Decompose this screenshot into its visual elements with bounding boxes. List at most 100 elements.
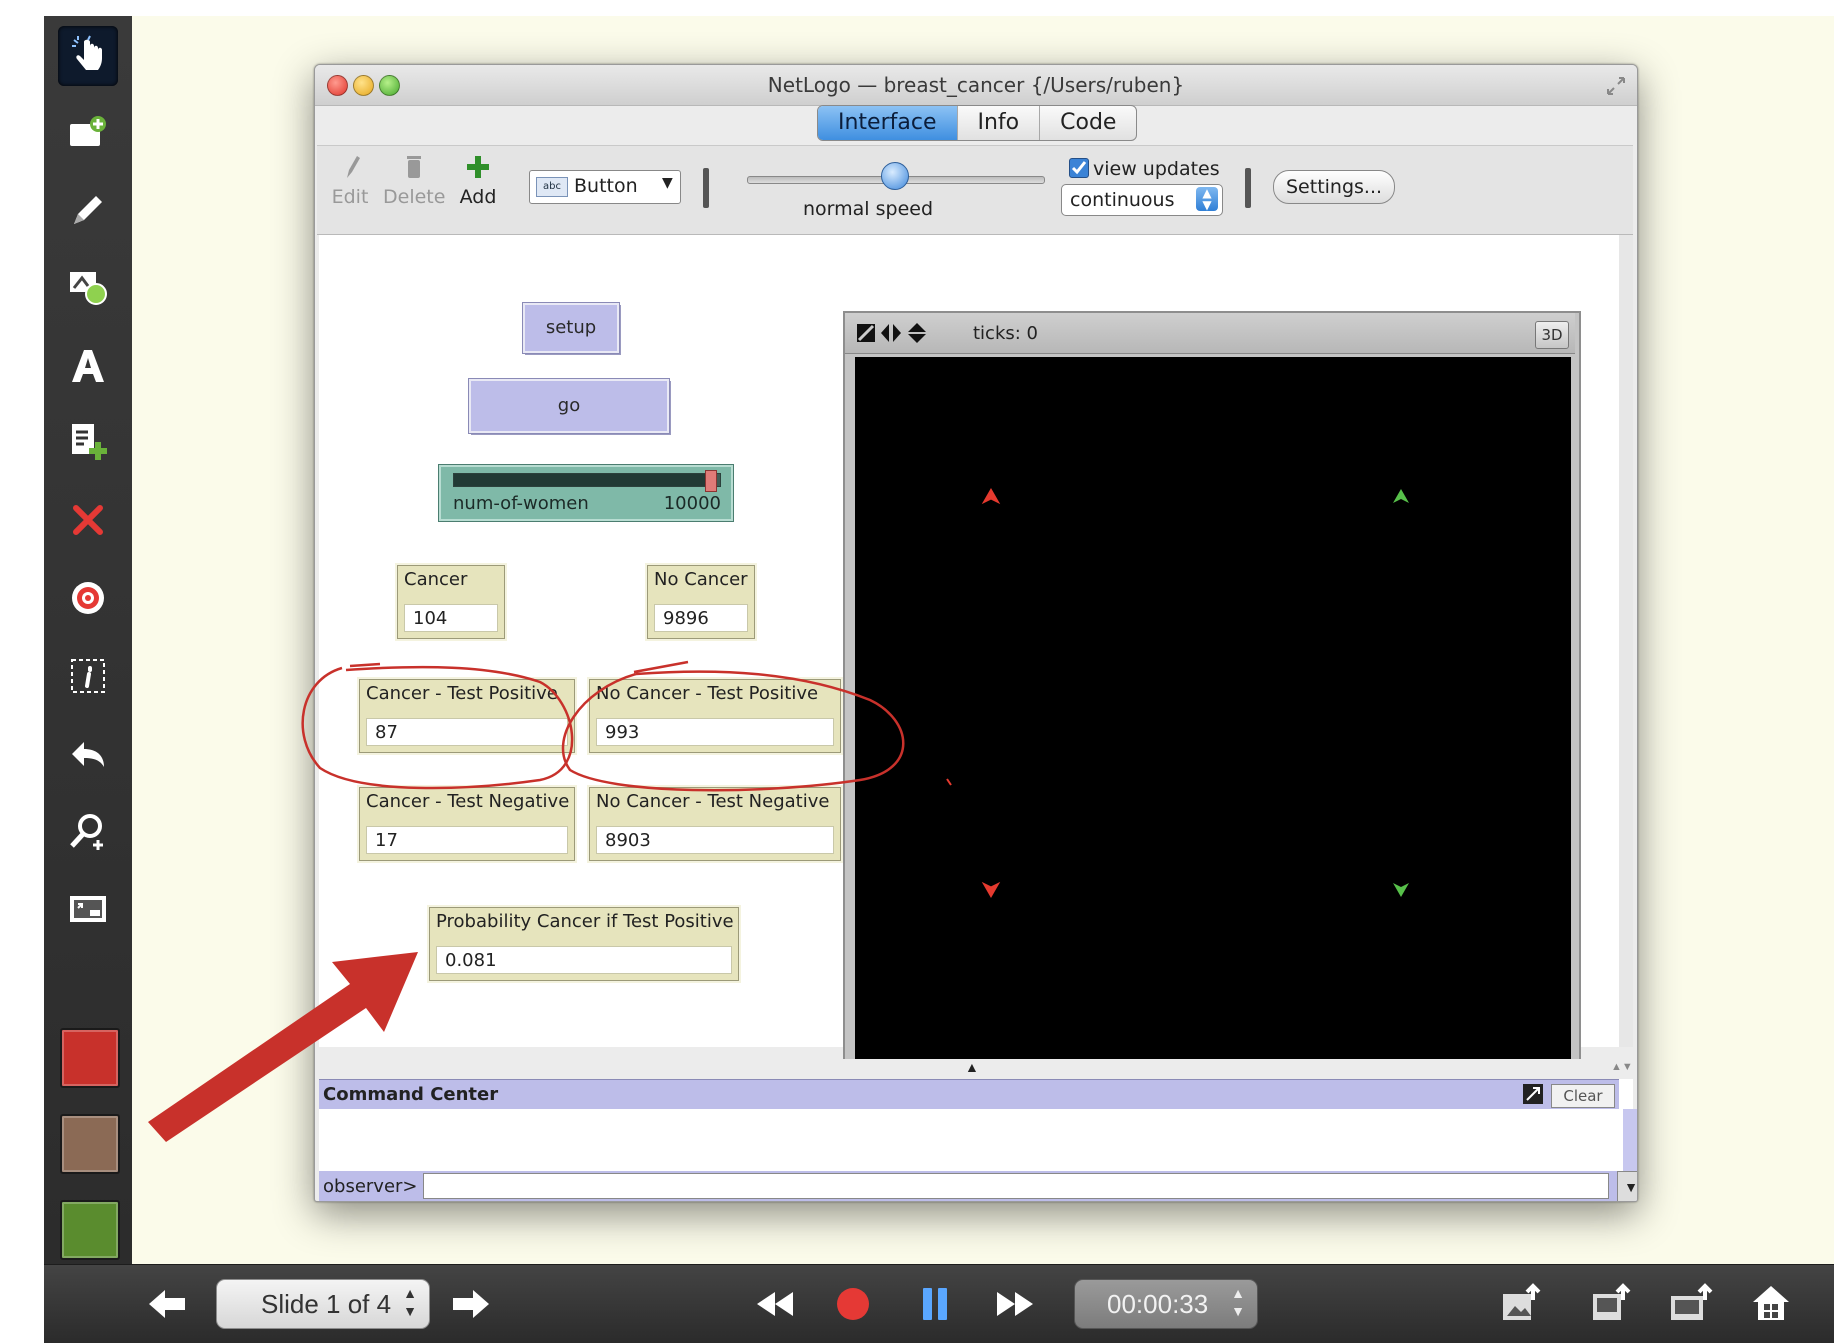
- monitor-label: No Cancer - Test Positive: [596, 683, 819, 704]
- slider-thumb[interactable]: [705, 470, 717, 492]
- widget-type-value: Button: [574, 175, 638, 197]
- target-icon[interactable]: [58, 568, 118, 628]
- tab-info[interactable]: Info: [958, 106, 1041, 140]
- magnifier-plus-icon[interactable]: [58, 802, 118, 862]
- export-slide-button[interactable]: [1586, 1281, 1636, 1327]
- world-canvas[interactable]: [855, 357, 1571, 1069]
- export-slide-icon: [1593, 1283, 1631, 1320]
- interface-area: setup go num-of-women 10000 Cancer 104 N…: [319, 235, 1633, 1081]
- timer-value: 00:00:33: [1107, 1288, 1209, 1319]
- player-bar: Slide 1 of 4 ▲ ▼ 00:00:33 ▲ ▼: [44, 1264, 1834, 1343]
- slider-track: [453, 470, 721, 492]
- detach-icon[interactable]: [1523, 1084, 1543, 1104]
- next-slide-button[interactable]: [446, 1281, 496, 1327]
- export-image-button[interactable]: [1496, 1281, 1546, 1327]
- screen-icon[interactable]: [58, 880, 118, 940]
- stepper-arrows-icon: ▲ ▼: [1196, 187, 1218, 211]
- monitor-cancer: Cancer 104: [395, 563, 507, 641]
- info-box-icon[interactable]: [58, 646, 118, 706]
- command-input[interactable]: [423, 1173, 1609, 1199]
- resize-arrows-icon: ▲▼: [1611, 1061, 1633, 1073]
- record-button[interactable]: [828, 1281, 878, 1327]
- setup-button[interactable]: setup: [522, 302, 620, 354]
- arrow-left-icon: [149, 1290, 185, 1318]
- export-image-icon: [1503, 1283, 1541, 1320]
- settings-button[interactable]: Settings...: [1273, 170, 1396, 204]
- home-button[interactable]: [1746, 1281, 1796, 1327]
- observer-prompt[interactable]: observer>: [323, 1176, 418, 1197]
- undo-arrow-icon[interactable]: [58, 724, 118, 784]
- delete-label: Delete: [383, 186, 446, 208]
- pen-icon[interactable]: [58, 180, 118, 240]
- slider-fill: [454, 474, 715, 486]
- rewind-button[interactable]: [750, 1281, 800, 1327]
- command-output: [319, 1109, 1619, 1171]
- tab-code[interactable]: Code: [1040, 106, 1136, 140]
- netlogo-window: NetLogo — breast_cancer {/Users/ruben} I…: [314, 64, 1638, 1202]
- go-button[interactable]: go: [468, 378, 670, 434]
- stepper-arrows-icon: ▲ ▼: [403, 1285, 417, 1319]
- text-a-icon[interactable]: [58, 336, 118, 396]
- interface-toolbar: Edit Delete Add abc Button ▼ normal spee…: [317, 145, 1633, 235]
- export-movie-icon: [1671, 1283, 1713, 1320]
- monitor-label: Cancer - Test Positive: [366, 683, 558, 704]
- color-swatch-green[interactable]: [60, 1200, 120, 1260]
- ticks-label: ticks: 0: [973, 323, 1038, 344]
- add-note-icon[interactable]: [58, 412, 118, 472]
- color-swatch-red[interactable]: [60, 1028, 120, 1088]
- timer-display[interactable]: 00:00:33 ▲ ▼: [1074, 1279, 1258, 1329]
- splitter[interactable]: ▲ ▲▼: [319, 1059, 1633, 1079]
- monitor-label: Cancer - Test Negative: [366, 791, 570, 812]
- slide-selector[interactable]: Slide 1 of 4 ▲ ▼: [216, 1279, 430, 1329]
- toolbar-separator: [1245, 168, 1251, 208]
- command-center-header: Command Center Clear: [319, 1079, 1619, 1111]
- delete-button[interactable]: Delete: [383, 152, 445, 208]
- slide-indicator: Slide 1 of 4: [261, 1288, 392, 1319]
- view-updates-checkbox[interactable]: view updates: [1069, 158, 1220, 180]
- history-dropdown[interactable]: ▼: [1617, 1171, 1637, 1201]
- monitor-label: No Cancer: [654, 569, 748, 590]
- export-movie-button[interactable]: [1666, 1281, 1716, 1327]
- monitor-no-cancer: No Cancer 9896: [645, 563, 757, 641]
- color-swatch-brown[interactable]: [60, 1114, 120, 1174]
- monitor-value: 17: [366, 826, 568, 854]
- turtle-no-cancer-test-positive: [1393, 489, 1409, 503]
- monitor-value: 9896: [654, 604, 748, 632]
- edit-button[interactable]: Edit: [327, 152, 373, 208]
- widget-type-select[interactable]: abc Button ▼: [529, 170, 681, 204]
- window-title: NetLogo — breast_cancer {/Users/ruben}: [767, 73, 1185, 97]
- previous-slide-button[interactable]: [142, 1281, 192, 1327]
- turtle-cancer-test-negative: [981, 881, 1001, 899]
- tab-bar: Interface Info Code: [817, 105, 1138, 141]
- turtle-no-cancer-test-negative: [1393, 883, 1409, 897]
- stepper-arrows-icon: ▲ ▼: [1231, 1285, 1245, 1319]
- chevron-down-icon: ▼: [662, 175, 673, 191]
- tab-interface[interactable]: Interface: [818, 106, 958, 140]
- fast-forward-button[interactable]: [990, 1281, 1040, 1327]
- trash-icon: [407, 156, 421, 178]
- monitor-cancer-test-negative: Cancer - Test Negative 17: [357, 785, 577, 863]
- speed-slider-knob[interactable]: [881, 162, 909, 190]
- add-button[interactable]: Add: [455, 152, 501, 208]
- update-mode-select[interactable]: continuous ▲ ▼: [1061, 184, 1223, 216]
- fast-forward-icon: [997, 1292, 1033, 1316]
- checkmark-icon: [1069, 158, 1089, 178]
- hand-pointer-icon[interactable]: [58, 26, 118, 86]
- pause-icon: [923, 1288, 947, 1320]
- red-x-icon[interactable]: [58, 490, 118, 550]
- num-of-women-slider[interactable]: num-of-women 10000: [438, 464, 734, 522]
- pause-button[interactable]: [910, 1281, 960, 1327]
- view-control-icons[interactable]: [855, 321, 937, 345]
- clear-button[interactable]: Clear: [1551, 1084, 1615, 1108]
- monitor-no-cancer-test-positive: No Cancer - Test Positive 993: [587, 677, 843, 755]
- view-updates-label: view updates: [1093, 158, 1220, 180]
- add-slide-icon[interactable]: [58, 104, 118, 164]
- monitor-label: Probability Cancer if Test Positive: [436, 911, 734, 932]
- command-center: ▲ ▲▼ Command Center Clear observer> ▼: [319, 1059, 1637, 1201]
- home-icon: [1753, 1286, 1789, 1320]
- fullscreen-icon[interactable]: [1605, 75, 1627, 97]
- shapes-icon[interactable]: [58, 258, 118, 318]
- record-icon: [837, 1288, 869, 1320]
- turtle-fragment: [946, 778, 952, 786]
- 3d-view-button[interactable]: 3D: [1535, 321, 1569, 349]
